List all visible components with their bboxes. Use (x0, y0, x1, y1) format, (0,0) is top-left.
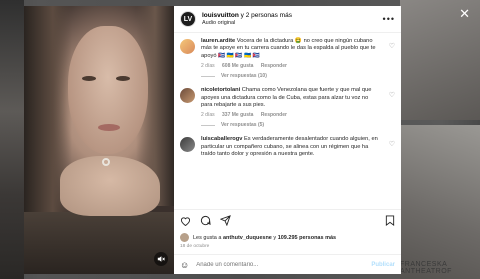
background-post-left (0, 0, 24, 279)
liker-avatar (180, 233, 189, 242)
comment: luiscaballerogv Es verdaderamente desale… (180, 136, 395, 158)
post-photo (24, 6, 174, 274)
coauthors-link[interactable]: y 2 personas más (241, 12, 292, 19)
comment: nicoletortolani Chama como Venezolana qu… (180, 87, 395, 118)
post-side-panel: LV louisvuitton y 2 personas más Audio o… (174, 6, 401, 274)
background-post-right: FRANCESKA ANTHEATROF (400, 0, 480, 279)
author-username[interactable]: louisvuitton (202, 12, 239, 19)
post-header: LV louisvuitton y 2 personas más Audio o… (174, 6, 401, 33)
action-bar (174, 209, 401, 231)
comment-icon[interactable] (200, 215, 211, 226)
liker-username[interactable]: anthutv_duquesne (223, 235, 272, 241)
view-replies-label: Ver respuestas (10) (221, 73, 267, 80)
publish-button[interactable]: Publicar (371, 262, 395, 268)
likes-summary[interactable]: Les gusta a anthutv_duquesne y 109.295 p… (174, 231, 401, 244)
comment-likes[interactable]: 337 Me gusta (222, 112, 253, 118)
comment-age[interactable]: 2 días (201, 112, 215, 118)
comments-list[interactable]: lauren.ardite Vocera de la dictadura 🤮 n… (174, 33, 401, 209)
comment-username[interactable]: nicoletortolani (201, 87, 240, 93)
post-modal: LV louisvuitton y 2 personas más Audio o… (24, 6, 401, 274)
more-options-icon[interactable]: ••• (383, 14, 395, 24)
view-replies[interactable]: Ver respuestas (10) (201, 73, 395, 79)
post-date: 18 de octubre (180, 244, 210, 249)
commenter-avatar[interactable] (180, 88, 195, 104)
commenter-avatar[interactable] (180, 39, 195, 54)
like-comment-icon[interactable]: ♡ (389, 87, 395, 118)
photo-ring (102, 158, 110, 166)
likes-count[interactable]: 109.295 personas más (278, 235, 336, 241)
close-icon[interactable]: ✕ (459, 6, 470, 22)
comment-input[interactable] (196, 261, 372, 268)
like-comment-icon[interactable]: ♡ (389, 38, 395, 69)
background-watermark: FRANCESKA ANTHEATROF (400, 261, 452, 275)
author-avatar[interactable]: LV (180, 11, 196, 27)
like-icon[interactable] (180, 216, 191, 226)
share-icon[interactable] (220, 215, 231, 226)
commenter-avatar[interactable] (180, 137, 195, 153)
reply-button[interactable]: Responder (261, 63, 287, 69)
emoji-icon[interactable]: ☺ (180, 260, 189, 270)
photo-face (68, 26, 148, 154)
save-bookmark-icon[interactable] (385, 215, 395, 226)
add-comment-bar: ☺ Publicar (174, 254, 401, 274)
view-replies[interactable]: Ver respuestas (5) (201, 122, 395, 128)
mute-toggle-icon[interactable] (154, 252, 168, 266)
view-replies-label: Ver respuestas (5) (221, 122, 265, 129)
comment-age[interactable]: 2 días (201, 63, 215, 69)
comment: lauren.ardite Vocera de la dictadura 🤮 n… (180, 38, 395, 69)
reply-button[interactable]: Responder (261, 112, 287, 118)
likes-prefix: Les gusta a (193, 234, 223, 241)
comment-likes[interactable]: 608 Me gusta (222, 63, 253, 69)
like-comment-icon[interactable]: ♡ (389, 136, 395, 158)
audio-label[interactable]: Audio original (202, 20, 292, 26)
comment-username[interactable]: lauren.ardite (201, 38, 235, 44)
photo-hand (60, 156, 160, 216)
background-tile (400, 125, 480, 279)
comment-username[interactable]: luiscaballerogv (201, 136, 242, 142)
